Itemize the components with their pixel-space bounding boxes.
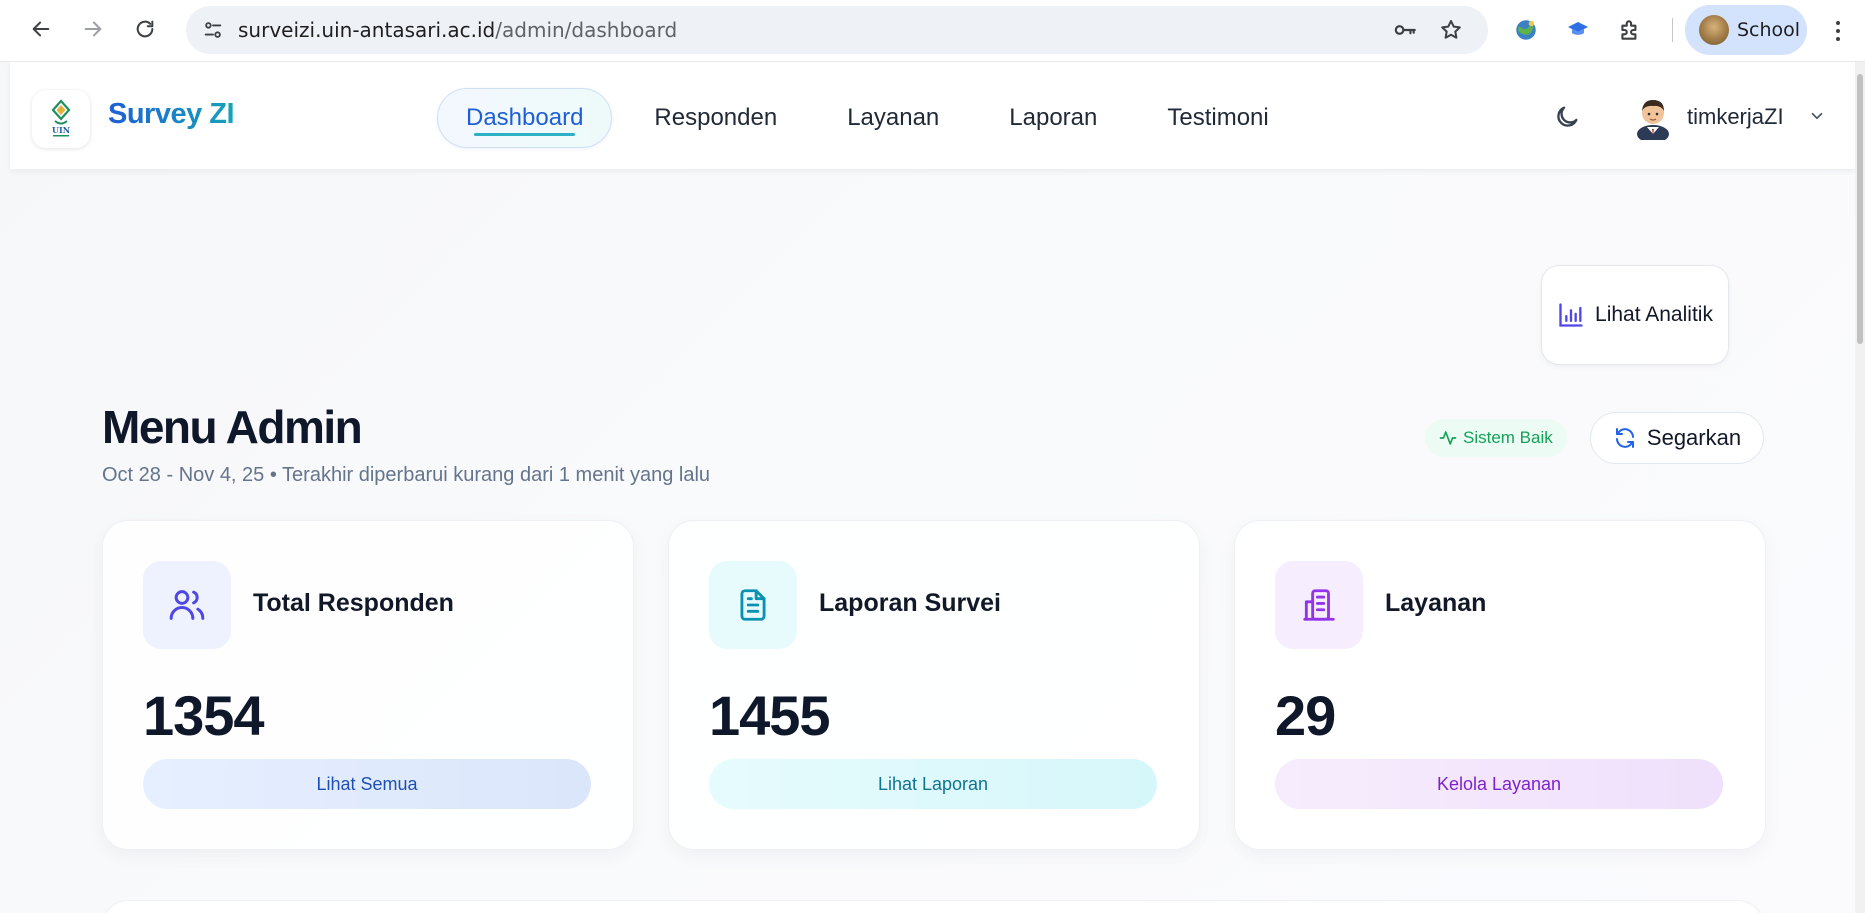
stat-card-layanan: Layanan 29 Kelola Layanan <box>1234 520 1766 850</box>
profile-avatar <box>1699 15 1729 45</box>
bar-chart-icon <box>1559 303 1583 327</box>
brand-title[interactable]: Survey ZI <box>108 98 235 131</box>
uin-logo-icon: UIN <box>51 99 71 137</box>
view-report-button[interactable]: Lihat Laporan <box>709 759 1157 809</box>
system-status-label: Sistem Baik <box>1463 428 1553 447</box>
scrollbar-thumb[interactable] <box>1857 74 1863 344</box>
activity-icon <box>1439 431 1457 445</box>
url-path: /admin/dashboard <box>495 18 678 42</box>
stat-card-responden: Total Responden 1354 Lihat Semua <box>102 520 634 850</box>
card-title: Laporan Survei <box>819 589 1001 617</box>
refresh-icon <box>1615 428 1634 448</box>
page-subtitle: Oct 28 - Nov 4, 25 • Terakhir diperbarui… <box>102 464 711 486</box>
extensions-puzzle-icon[interactable] <box>1614 14 1646 46</box>
tab-layanan[interactable]: Layanan <box>819 88 967 148</box>
back-button[interactable] <box>24 12 58 46</box>
reload-button[interactable] <box>128 12 162 46</box>
refresh-button[interactable]: Segarkan <box>1590 412 1764 464</box>
card-icon-box <box>1275 561 1363 649</box>
page-scrollbar[interactable] <box>1855 62 1865 913</box>
url-text[interactable]: surveizi.uin-antasari.ac.id/admin/dashbo… <box>238 6 677 54</box>
uin-logo[interactable]: UIN <box>32 90 90 148</box>
main-nav: Dashboard Responden Layanan Laporan Test… <box>437 88 1311 148</box>
toolbar-divider <box>1672 18 1673 42</box>
refresh-button-label: Segarkan <box>1646 425 1742 450</box>
next-section-card <box>102 900 1764 913</box>
arrow-right-icon <box>84 21 102 37</box>
bookmark-star-icon[interactable] <box>1436 15 1466 45</box>
system-status-badge: Sistem Baik <box>1425 419 1567 457</box>
user-avatar[interactable] <box>1631 94 1675 140</box>
tab-testimoni[interactable]: Testimoni <box>1139 88 1296 148</box>
user-name[interactable]: timkerjaZI <box>1687 104 1784 130</box>
page-title: Menu Admin <box>102 401 363 453</box>
manage-services-button[interactable]: Kelola Layanan <box>1275 759 1723 809</box>
reload-icon <box>136 20 154 38</box>
tab-dashboard[interactable]: Dashboard <box>437 88 613 148</box>
card-title: Total Responden <box>253 589 454 617</box>
card-title: Layanan <box>1385 589 1487 617</box>
tab-responden[interactable]: Responden <box>626 88 805 148</box>
browser-menu-icon[interactable] <box>1826 14 1850 48</box>
analytics-button[interactable]: Lihat Analitik <box>1541 265 1729 365</box>
file-text-icon <box>740 589 766 621</box>
arrow-left-icon <box>32 21 50 37</box>
svg-text:UIN: UIN <box>52 125 70 135</box>
tab-laporan[interactable]: Laporan <box>981 88 1125 148</box>
users-icon <box>169 590 205 620</box>
browser-toolbar: surveizi.uin-antasari.ac.id/admin/dashbo… <box>0 0 1865 62</box>
app-header: UIN Survey ZI Dashboard Responden Layana… <box>10 62 1855 170</box>
stat-card-laporan: Laporan Survei 1455 Lihat Laporan <box>668 520 1200 850</box>
card-value: 1455 <box>709 684 831 747</box>
address-bar[interactable]: surveizi.uin-antasari.ac.id/admin/dashbo… <box>186 6 1488 54</box>
card-icon-box <box>709 561 797 649</box>
page-content: UIN Survey ZI Dashboard Responden Layana… <box>0 62 1865 913</box>
card-value: 1354 <box>143 684 265 747</box>
profile-label: School <box>1737 19 1801 41</box>
card-value: 29 <box>1275 684 1336 747</box>
url-host: surveizi.uin-antasari.ac.id <box>238 18 496 42</box>
site-settings-icon[interactable] <box>198 15 228 45</box>
forward-button[interactable] <box>76 12 110 46</box>
theme-toggle-button[interactable] <box>1550 100 1584 134</box>
building-icon <box>1303 589 1335 621</box>
extension-graduation-icon[interactable] <box>1562 14 1594 46</box>
chevron-down-icon[interactable] <box>1805 104 1829 128</box>
moon-icon <box>1557 106 1578 127</box>
password-key-icon[interactable] <box>1390 15 1420 45</box>
view-all-button[interactable]: Lihat Semua <box>143 759 591 809</box>
profile-chip[interactable]: School <box>1685 5 1807 55</box>
extension-globe-icon[interactable] <box>1510 14 1542 46</box>
card-icon-box <box>143 561 231 649</box>
analytics-button-label: Lihat Analitik <box>1595 303 1713 326</box>
